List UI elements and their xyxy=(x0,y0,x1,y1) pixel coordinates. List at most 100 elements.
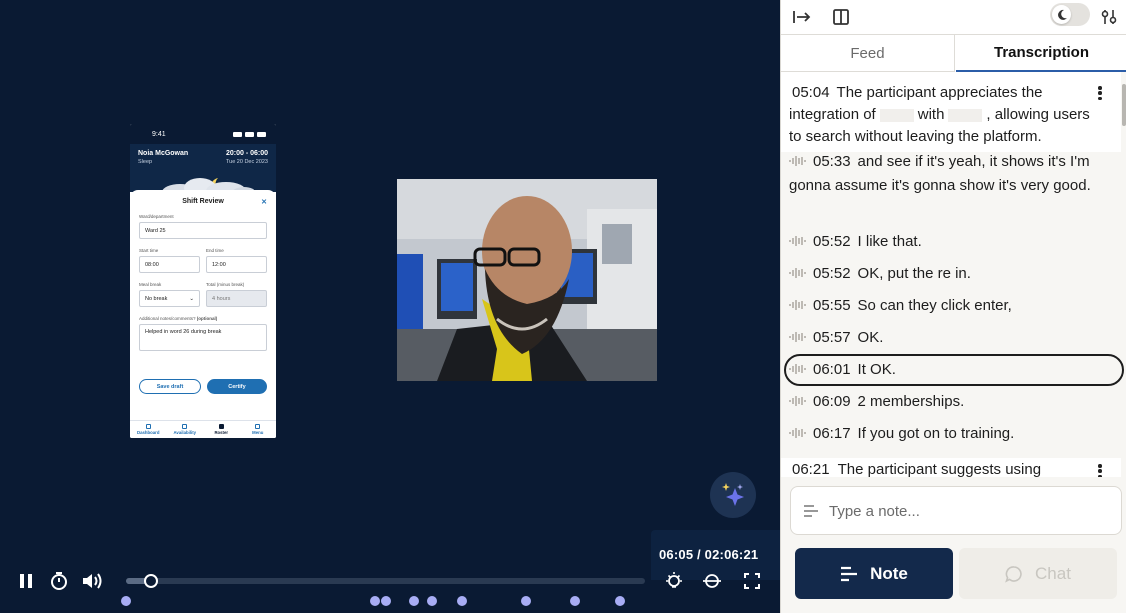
chat-bubble-icon xyxy=(1005,565,1022,583)
pause-icon xyxy=(20,574,32,588)
panel-tabs: Feed Transcription xyxy=(781,35,1126,72)
shift-review-title: Shift Review ✕ xyxy=(139,198,267,206)
insight-text: The participant suggests using xyxy=(837,461,1042,477)
tab-feed[interactable]: Feed xyxy=(781,35,955,72)
phone-status-bar: 9:41 xyxy=(130,124,276,144)
insight-more-menu-icon[interactable] xyxy=(1093,462,1107,477)
chevron-down-icon: ⌄ xyxy=(189,295,194,302)
meal-break-select: No break ⌄ xyxy=(139,290,200,307)
transcript-timestamp: 06:09 xyxy=(813,393,851,410)
end-time-label: End time xyxy=(206,248,224,253)
timeline-marker[interactable] xyxy=(409,596,419,606)
meal-break-label: Meal break xyxy=(139,282,162,287)
note-button[interactable]: Note xyxy=(795,548,953,599)
transcript-timestamp: 05:52 xyxy=(813,233,851,250)
split-view-button[interactable] xyxy=(828,4,854,30)
participant-webcam xyxy=(397,179,657,381)
fullscreen-icon xyxy=(744,573,760,589)
chat-button-label: Chat xyxy=(1035,563,1071,583)
sliders-icon xyxy=(1101,10,1117,24)
phone-tab-label: Dashboard xyxy=(137,430,160,435)
timeline-marker[interactable] xyxy=(121,596,131,606)
fullscreen-button[interactable] xyxy=(740,570,764,592)
phone-clock: 9:41 xyxy=(152,130,166,138)
audio-wave-icon xyxy=(789,396,806,406)
insight-card[interactable]: 05:04 The participant appreciates the int… xyxy=(781,72,1121,152)
time-display: 06:05 / 02:06:21 xyxy=(659,547,759,562)
insight-more-menu-icon[interactable] xyxy=(1093,84,1107,102)
participant-video-frame xyxy=(397,179,657,381)
app-window: 9:41 Noia McGowan 20:00 - 06:00 Sleep Tu… xyxy=(0,0,1126,613)
arrow-right-to-line-icon xyxy=(793,11,811,23)
phone-shift-header: Noia McGowan 20:00 - 06:00 Sleep Tue 20 … xyxy=(130,144,276,196)
chat-button[interactable]: Chat xyxy=(959,548,1117,599)
timeline-marker[interactable] xyxy=(521,596,531,606)
audio-wave-icon xyxy=(789,332,806,342)
transcript-line[interactable]: 05:52 OK, put the re in. xyxy=(789,262,1119,286)
timeline-marker[interactable] xyxy=(615,596,625,606)
highlight-button[interactable] xyxy=(662,570,686,592)
volume-button[interactable] xyxy=(80,569,104,593)
total-label: Total (minus break) xyxy=(206,282,245,287)
collapse-panel-button[interactable] xyxy=(789,4,815,30)
audio-wave-icon xyxy=(789,364,806,374)
insight-card-peek[interactable]: 06:21 The participant suggests using xyxy=(781,458,1121,477)
progress-track[interactable] xyxy=(126,578,645,584)
timeline-marker[interactable] xyxy=(370,596,380,606)
close-icon: ✕ xyxy=(261,199,267,206)
transcript-text: 2 memberships. xyxy=(857,393,965,410)
text-lines-icon xyxy=(841,566,858,581)
transcript-line[interactable]: 05:55 So can they click enter, xyxy=(789,294,1119,318)
phone-tab-menu: Menu xyxy=(240,421,277,438)
transcript-timestamp: 06:01 xyxy=(813,361,851,378)
ward-field: Ward 25 xyxy=(139,222,267,239)
notes-optional-text: (optional) xyxy=(196,316,218,321)
transcript-timestamp: 05:33 xyxy=(813,153,851,170)
transcript-text: If you got on to training. xyxy=(857,425,1015,442)
tab-transcription[interactable]: Transcription xyxy=(956,35,1126,72)
note-input[interactable] xyxy=(829,500,1109,522)
timeline-marker[interactable] xyxy=(457,596,467,606)
toggle-knob xyxy=(1052,5,1071,24)
audio-wave-icon xyxy=(789,300,806,310)
insight-timestamp: 06:21 xyxy=(792,461,830,477)
clip-icon xyxy=(703,574,721,588)
clip-button[interactable] xyxy=(700,570,724,592)
timeline-marker[interactable] xyxy=(381,596,391,606)
start-time-label: Start time xyxy=(139,248,159,253)
transcription-list[interactable]: 05:04 The participant appreciates the int… xyxy=(781,72,1126,477)
note-input-container[interactable] xyxy=(790,486,1122,535)
transcript-line[interactable]: 05:52 I like that. xyxy=(789,230,1119,254)
transcript-line[interactable]: 06:09 2 memberships. xyxy=(789,390,1119,414)
start-time-field: 08:00 xyxy=(139,256,200,273)
notes-label: Additional notes/comments? (optional) xyxy=(139,316,267,321)
transcript-line-active[interactable]: 06:01 It OK. xyxy=(789,358,1119,382)
transcript-text: I like that. xyxy=(857,233,922,250)
progress-handle[interactable] xyxy=(144,574,158,588)
transcript-text: OK. xyxy=(857,329,884,346)
transcript-line[interactable]: 05:57 OK. xyxy=(789,326,1119,350)
shift-review-sheet: Shift Review ✕ Ward/department Ward 25 S… xyxy=(130,190,276,438)
transcript-scrollbar[interactable] xyxy=(1122,84,1126,126)
volume-icon xyxy=(83,573,102,589)
ai-assistant-button[interactable] xyxy=(710,472,756,518)
split-view-icon xyxy=(833,9,849,25)
video-player[interactable]: 9:41 Noia McGowan 20:00 - 06:00 Sleep Tu… xyxy=(0,0,780,613)
phone-user-name: Noia McGowan xyxy=(138,150,189,157)
notes-field: Helped in word 26 during break xyxy=(139,324,267,351)
transcript-timestamp: 05:52 xyxy=(813,265,851,282)
pause-button[interactable] xyxy=(14,570,38,592)
insight-timestamp[interactable]: 05:04 xyxy=(792,84,830,101)
transcript-line[interactable]: 05:33 and see if it's yeah, it shows it's… xyxy=(789,150,1119,198)
dark-mode-toggle[interactable] xyxy=(1050,3,1090,26)
timeline-marker[interactable] xyxy=(570,596,580,606)
timeline-marker[interactable] xyxy=(427,596,437,606)
phone-shift-time: 20:00 - 06:00 xyxy=(225,150,268,157)
certify-button: Certify xyxy=(207,379,267,394)
transcript-line[interactable]: 06:17 If you got on to training. xyxy=(789,422,1119,446)
end-time-field: 12:00 xyxy=(206,256,267,273)
phone-tab-bar: Dashboard Availability Roster Menu xyxy=(130,420,276,438)
settings-button[interactable] xyxy=(1096,4,1122,30)
audio-wave-icon xyxy=(789,428,806,438)
playback-speed-button[interactable] xyxy=(47,569,71,593)
